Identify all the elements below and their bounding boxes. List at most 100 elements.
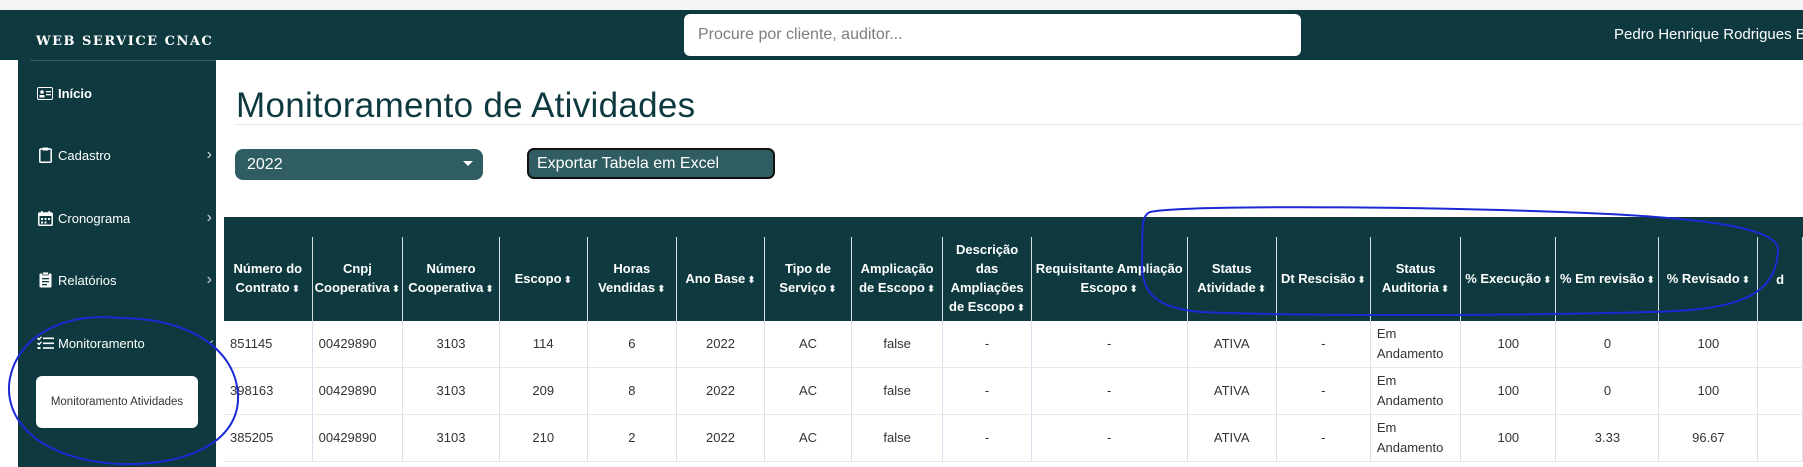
cell-descricao: - xyxy=(942,367,1032,415)
sort-icon: ⬍ xyxy=(1646,274,1655,286)
year-select-value: 2022 xyxy=(247,155,283,173)
col-header-pct-revisado[interactable]: % Revisado ⬍ xyxy=(1658,237,1759,321)
submenu-panel: Monitoramento Atividades xyxy=(36,376,198,428)
sidebar: WEB SERVICE CNAC Início Cadastro › Crono… xyxy=(18,10,218,467)
cell-amplicacao: false xyxy=(851,321,944,368)
table-row[interactable]: 398163 00429890 3103 209 8 2022 AC false… xyxy=(224,367,1803,415)
cell-requisitante: - xyxy=(1031,321,1188,368)
col-header-ano-base[interactable]: Ano Base ⬍ xyxy=(676,237,766,321)
chevron-right-icon: › xyxy=(206,271,212,288)
sort-icon: ⬍ xyxy=(391,284,401,295)
cell-cut-off xyxy=(1757,367,1803,415)
cell-dt-rescisao: - xyxy=(1276,321,1371,368)
cell-status-atividade: ATIVA xyxy=(1187,321,1277,368)
col-header-pct-execucao[interactable]: % Execução ⬍ xyxy=(1460,237,1557,321)
cell-tipo-servico: AC xyxy=(764,414,852,462)
col-header-dt-rescisao[interactable]: Dt Rescisão ⬍ xyxy=(1276,237,1371,321)
brand-divider xyxy=(30,60,216,61)
cell-pct-em-revisao: 0 xyxy=(1555,367,1660,415)
calendar-icon xyxy=(36,210,54,226)
chevron-right-icon: › xyxy=(206,146,212,163)
cell-pct-execucao: 100 xyxy=(1460,367,1557,415)
cell-requisitante: - xyxy=(1031,367,1188,415)
cell-horas-vendidas: 8 xyxy=(587,367,677,415)
id-card-icon xyxy=(36,85,54,101)
col-header-status-atividade[interactable]: Status Atividade ⬍ xyxy=(1187,237,1277,321)
cell-numero-contrato: 398163 xyxy=(224,367,313,415)
cell-cut-off xyxy=(1757,321,1803,368)
cell-tipo-servico: AC xyxy=(764,367,852,415)
sort-icon: ⬍ xyxy=(485,284,494,295)
top-strip xyxy=(0,0,1803,10)
cell-requisitante: - xyxy=(1031,414,1188,462)
cell-ano-base: 2022 xyxy=(676,321,766,368)
cell-pct-execucao: 100 xyxy=(1460,321,1557,368)
col-header-pct-em-revisao[interactable]: % Em revisão ⬍ xyxy=(1555,237,1660,321)
user-name[interactable]: Pedro Henrique Rodrigues Be xyxy=(1614,26,1803,43)
col-header-status-auditoria[interactable]: Status Auditoria ⬍ xyxy=(1370,237,1462,321)
brand-title: WEB SERVICE CNAC xyxy=(36,34,214,49)
cell-numero-cooperativa: 3103 xyxy=(402,367,500,415)
sort-icon: ⬍ xyxy=(1257,284,1267,295)
sort-icon: ⬍ xyxy=(1357,274,1366,286)
cell-dt-rescisao: - xyxy=(1276,367,1371,415)
col-header-requisitante-ampliacao[interactable]: Requisitante Ampliação Escopo ⬍ xyxy=(1031,237,1188,321)
sidebar-item-cronograma[interactable]: Cronograma › xyxy=(36,207,212,229)
cell-tipo-servico: AC xyxy=(764,321,852,368)
sidebar-item-label: Relatórios xyxy=(58,272,117,288)
sidebar-item-relatorios[interactable]: Relatórios › xyxy=(36,269,212,291)
sidebar-item-cadastro[interactable]: Cadastro › xyxy=(36,144,212,166)
cell-numero-contrato: 851145 xyxy=(224,321,313,368)
cell-numero-cooperativa: 3103 xyxy=(402,321,500,368)
sort-icon: ⬍ xyxy=(657,284,666,295)
sidebar-item-label: Monitoramento xyxy=(58,335,145,351)
sort-icon: ⬍ xyxy=(1543,274,1552,286)
search-input[interactable] xyxy=(684,14,1301,56)
cell-escopo: 210 xyxy=(499,414,588,462)
chevron-down-icon: › xyxy=(201,339,219,345)
col-header-descricao-ampliacoes[interactable]: Descrição das Ampliações de Escopo ⬍ xyxy=(942,237,1032,321)
clipboard-icon xyxy=(36,147,54,163)
table-header-row: Número do Contrato ⬍ Cnpj Cooperativa ⬍ Nú… xyxy=(224,237,1803,321)
col-header-tipo-servico[interactable]: Tipo de Serviço ⬍ xyxy=(764,237,852,321)
sidebar-item-label: Cadastro xyxy=(58,147,111,163)
cell-cnpj: 00429890 xyxy=(312,367,404,415)
cell-pct-revisado: 100 xyxy=(1658,367,1759,415)
cell-escopo: 209 xyxy=(499,367,588,415)
sort-icon: ⬍ xyxy=(926,284,936,295)
cell-cnpj: 00429890 xyxy=(312,414,404,462)
col-header-amplicacao-escopo[interactable]: Amplicação de Escopo ⬍ xyxy=(851,237,944,321)
col-header-cut-off[interactable]: d xyxy=(1757,237,1803,321)
cell-status-auditoria: Em Andamento xyxy=(1370,414,1462,462)
cell-descricao: - xyxy=(942,321,1032,368)
report-icon xyxy=(36,272,54,288)
cell-pct-revisado: 96.67 xyxy=(1658,414,1759,462)
col-header-cnpj-cooperativa[interactable]: Cnpj Cooperativa ⬍ xyxy=(312,237,404,321)
cell-pct-execucao: 100 xyxy=(1460,414,1557,462)
sidebar-item-monitoramento[interactable]: Monitoramento › xyxy=(36,332,218,354)
col-header-numero-contrato[interactable]: Número do Contrato ⬍ xyxy=(224,237,313,321)
sort-icon: ⬍ xyxy=(828,284,837,295)
cell-status-atividade: ATIVA xyxy=(1187,367,1277,415)
cell-numero-contrato: 385205 xyxy=(224,414,313,462)
cell-escopo: 114 xyxy=(499,321,588,368)
submenu-item-monitoramento-atividades[interactable]: Monitoramento Atividades xyxy=(36,376,198,428)
col-header-numero-cooperativa[interactable]: Número Cooperativa ⬍ xyxy=(402,237,500,321)
title-divider xyxy=(236,124,1803,125)
col-header-horas-vendidas[interactable]: Horas Vendidas ⬍ xyxy=(587,237,677,321)
cell-status-auditoria: Em Andamento xyxy=(1370,321,1462,368)
cell-status-auditoria: Em Andamento xyxy=(1370,367,1462,415)
table-row[interactable]: 385205 00429890 3103 210 2 2022 AC false… xyxy=(224,414,1803,462)
sidebar-item-inicio[interactable]: Início xyxy=(36,82,212,104)
cell-horas-vendidas: 6 xyxy=(587,321,677,368)
cell-cut-off xyxy=(1757,414,1803,462)
sort-icon: ⬍ xyxy=(1129,284,1138,295)
cell-horas-vendidas: 2 xyxy=(587,414,677,462)
table-row[interactable]: 851145 00429890 3103 114 6 2022 AC false… xyxy=(224,321,1803,368)
table-toolbar-band xyxy=(224,217,1803,237)
caret-down-icon xyxy=(463,161,473,166)
cell-descricao: - xyxy=(942,414,1032,462)
export-excel-button[interactable]: Exportar Tabela em Excel xyxy=(527,148,775,179)
col-header-escopo[interactable]: Escopo ⬍ xyxy=(499,237,588,321)
year-select[interactable]: 2022 xyxy=(235,149,483,180)
